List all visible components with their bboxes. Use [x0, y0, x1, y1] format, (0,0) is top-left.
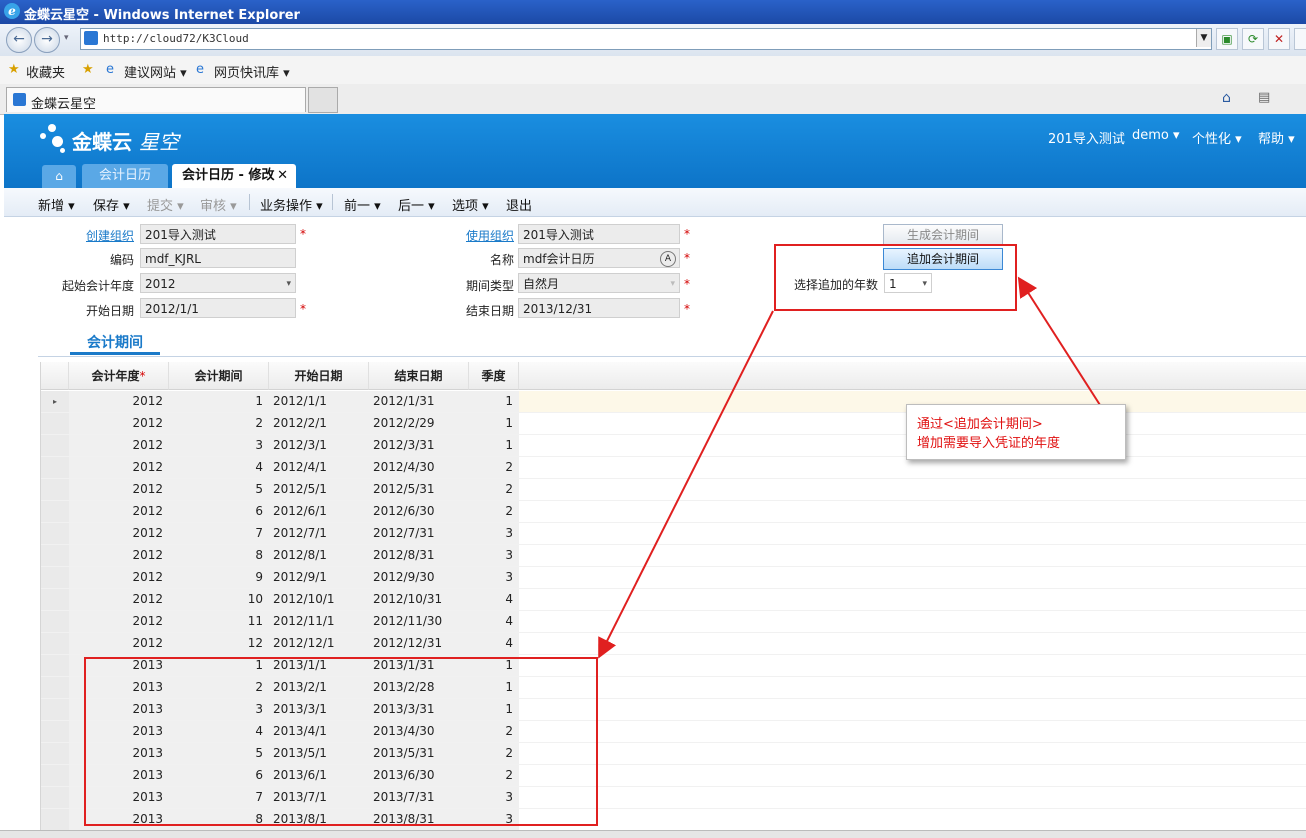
callout-line-2: 增加需要导入凭证的年度 [917, 436, 1061, 451]
arrow-to-append-button [1017, 276, 1101, 406]
callout-line-1: 通过<追加会计期间> [917, 417, 1043, 432]
arrow-to-new-rows [598, 310, 774, 659]
annotation-callout: 通过<追加会计期间> 增加需要导入凭证的年度 [906, 404, 1126, 460]
